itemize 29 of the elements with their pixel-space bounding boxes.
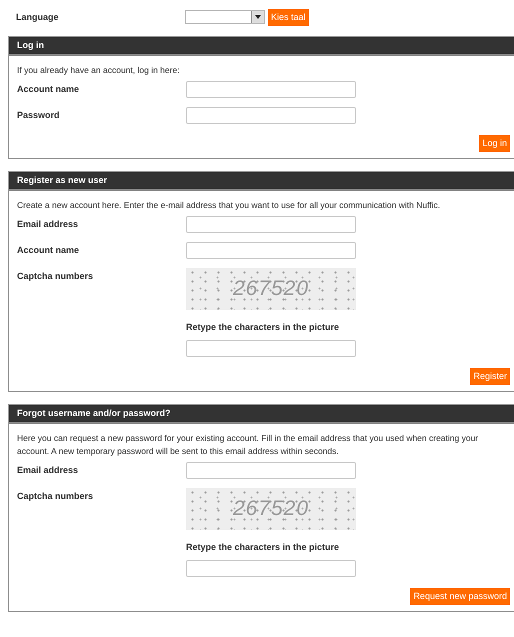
captcha-code: 267520 [232,277,310,301]
input-field[interactable] [186,242,356,259]
input-field[interactable] [186,340,356,357]
captcha-code: 267520 [232,497,310,521]
submit-button[interactable]: Request new password [410,588,510,605]
choose-language-button[interactable]: Kies taal [268,8,309,26]
captcha-prompt: Retype the characters in the picture [186,541,340,552]
field-label: Password [16,109,61,120]
input-field[interactable] [186,462,356,479]
field-label: Account name [16,83,80,94]
field-label: Account name [16,244,80,255]
intro-text: If you already have an account, log in here: [17,64,181,77]
submit-button[interactable]: Log in [479,135,510,152]
input-field[interactable] [186,107,356,124]
input-field[interactable] [186,81,356,98]
panel-header: Register as new user [9,172,514,191]
intro-text: Create a new account here. Enter the e-mail address that you want to use for all your communication with Nuffic. [17,199,442,212]
captcha-prompt: Retype the characters in the picture [186,321,340,332]
panel-header: Forgot username and/or password? [9,405,514,424]
field-label: Captcha numbers [16,270,94,281]
input-field[interactable] [186,560,356,577]
language-label: Language [15,12,60,22]
intro-text: Here you can request a new password for your existing account. Fill in the email address that you used when creating your account. A new temporary password will be sent to this email address within seconds. [17,432,480,458]
field-label: Email address [16,218,80,229]
field-label: Captcha numbers [16,490,94,501]
input-field[interactable] [186,216,356,233]
panel-header: Log in [9,37,514,56]
submit-button[interactable]: Register [470,368,510,385]
field-label: Email address [16,464,80,475]
